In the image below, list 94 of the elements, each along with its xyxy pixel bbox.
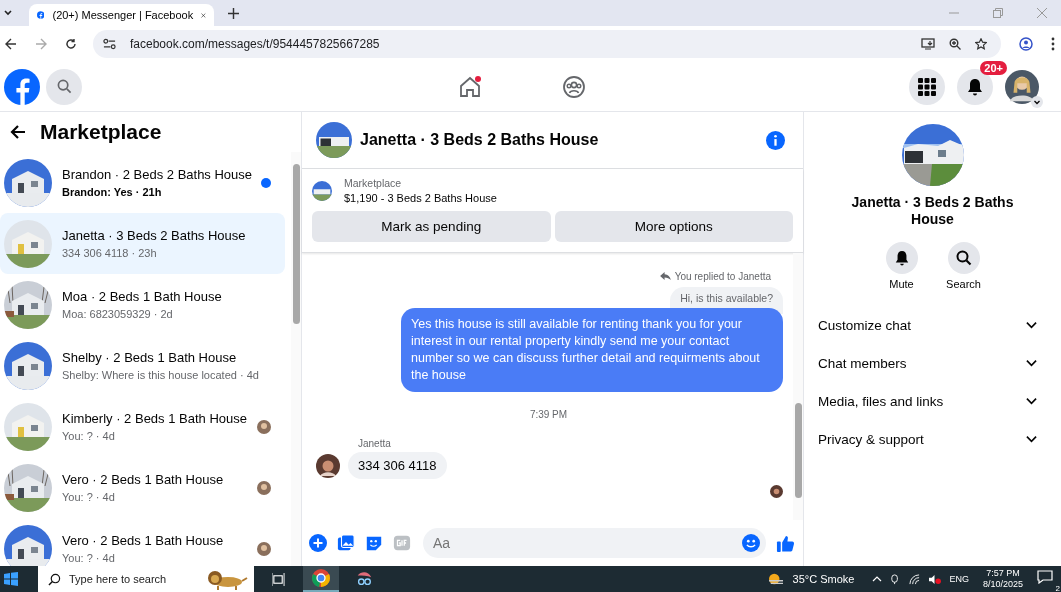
listing-label: Marketplace (344, 177, 403, 189)
conversation-item[interactable]: Brandon · 2 Beds 2 Baths House Brandon: Yes · 21h (0, 152, 285, 213)
home-icon[interactable] (458, 74, 482, 99)
message-field[interactable]: Aa (423, 528, 766, 558)
chevron-up-icon[interactable] (872, 576, 883, 582)
conversation-title: Kimberly · 2 Beds 1 Bath House (62, 411, 247, 427)
chat-title: Janetta · 3 Beds 2 Baths House (360, 131, 599, 149)
mute-button[interactable] (885, 242, 918, 274)
section-header[interactable]: Privacy & support (818, 420, 1047, 458)
message-bubble: Yes this house is still available for renting thank you for your interest in our rental property kindly send me your contact number so we can discuss further detail and requirments about the house (401, 308, 783, 392)
task-view-icon[interactable] (272, 572, 285, 586)
search-icon (48, 572, 61, 586)
address-bar[interactable]: facebook.com/messages/t/9544457825667285 (93, 30, 1001, 58)
taskbar-search[interactable]: Type here to search (38, 566, 254, 592)
clock-date[interactable]: 8/10/2025 (982, 579, 1023, 590)
conversation-item[interactable]: Vero · 2 Beds 1 Bath House You: ? · 4d (0, 457, 285, 518)
conversation-title: Janetta · 3 Beds 2 Baths House (62, 228, 247, 244)
scrollbar-thumb[interactable] (292, 164, 300, 324)
conversation-title: Shelby · 2 Beds 1 Bath House (62, 350, 238, 366)
section-header[interactable]: Chat members (818, 344, 1047, 382)
thumbs-up-icon[interactable] (776, 533, 795, 553)
notification-icon[interactable] (1037, 570, 1053, 584)
browser-tab[interactable]: (20+) Messenger | Facebook (29, 4, 214, 26)
menu-button[interactable] (909, 68, 945, 105)
conversation-snippet: 334 306 4118 · 23h (62, 247, 158, 259)
conversation-item[interactable]: Moa · 2 Beds 1 Bath House Moa: 6823059329 · 2d (0, 274, 285, 335)
menu-icon[interactable] (1051, 37, 1055, 51)
new-tab-icon[interactable] (228, 8, 239, 19)
groups-icon[interactable] (562, 74, 586, 99)
avatar-icon (316, 453, 340, 478)
reply-icon (659, 272, 671, 281)
sidebar-title: Marketplace (40, 120, 162, 144)
action-button[interactable]: Mark as pending (312, 211, 551, 242)
reply-note: You replied to Janetta (674, 271, 771, 282)
timestamp: 7:39 PM (529, 409, 568, 420)
weather-icon (766, 572, 785, 586)
section-header[interactable]: Customize chat (818, 306, 1047, 344)
speaker-muted-icon[interactable] (928, 573, 942, 585)
search-button[interactable] (947, 242, 980, 274)
language-indicator[interactable]: ENG (949, 574, 969, 584)
facebook-logo-icon[interactable] (4, 68, 40, 105)
profile-icon[interactable] (1019, 37, 1033, 51)
caret-icon[interactable] (1031, 95, 1043, 108)
emoji-icon[interactable] (742, 534, 760, 552)
listing-title[interactable]: $1,190 - 3 Beds 2 Baths House (344, 192, 497, 204)
back-arrow-icon[interactable] (10, 125, 26, 139)
conversation-snippet: Brandon: Yes · 21h (62, 186, 163, 198)
search-placeholder: Type here to search (69, 573, 167, 585)
tab-list-icon[interactable] (3, 8, 13, 18)
conversation-snippet: You: ? · 4d (62, 552, 116, 564)
action-label: Search (946, 278, 981, 290)
conversation-item[interactable]: Janetta · 3 Beds 2 Baths House 334 306 4118 · 23h (0, 213, 285, 274)
wifi-icon[interactable] (909, 573, 921, 585)
search-icon (56, 79, 72, 94)
windows-icon[interactable] (4, 572, 18, 586)
bell-icon (966, 77, 984, 96)
conversation-title: Vero · 2 Beds 1 Bath House (62, 472, 225, 488)
weather-text[interactable]: 35°C Smoke (792, 573, 855, 585)
search-icon (955, 250, 972, 266)
zoom-icon[interactable] (949, 38, 961, 50)
conversation-snippet: You: ? · 4d (62, 491, 116, 503)
conversation-item[interactable]: Kimberly · 2 Beds 1 Bath House You: ? · 4d (0, 396, 285, 457)
conversation-snippet: You: ? · 4d (62, 430, 116, 442)
seen-avatar-icon (770, 485, 783, 498)
bell-icon (893, 250, 910, 266)
grid-icon (918, 77, 936, 96)
conversation-title: Brandon · 2 Beds 2 Baths House (62, 167, 251, 183)
section-header[interactable]: Media, files and links (818, 382, 1047, 420)
plus-icon[interactable] (309, 534, 327, 552)
facebook-logo-icon (37, 8, 45, 22)
photo-icon[interactable] (337, 534, 355, 552)
close-icon[interactable] (201, 10, 206, 20)
scrollbar-thumb[interactable] (794, 403, 802, 498)
action-label: Mute (889, 278, 914, 290)
reload-icon[interactable] (65, 38, 77, 50)
conversation-item[interactable]: Shelby · 2 Beds 1 Bath House Shelby: Where is this house located · 4d (0, 335, 285, 396)
notification-count: 2 (1055, 584, 1060, 592)
conversation-name: Janetta · 3 Beds 2 Baths House (850, 194, 1015, 228)
chrome-icon[interactable] (311, 568, 331, 588)
site-settings-icon[interactable] (103, 38, 116, 50)
avatar-icon[interactable] (1005, 69, 1039, 104)
conversation-snippet: Shelby: Where is this house located · 4d (62, 369, 260, 381)
sticker-icon[interactable] (365, 534, 383, 552)
conversation-snippet: Moa: 6823059329 · 2d (62, 308, 174, 320)
back-icon[interactable] (5, 38, 17, 50)
message-bubble: 334 306 4118 (348, 452, 447, 479)
install-icon[interactable] (921, 38, 935, 50)
star-icon[interactable] (975, 38, 987, 50)
info-icon[interactable] (766, 130, 785, 150)
conversation-title: Vero · 2 Beds 1 Bath House (62, 533, 225, 549)
clock-time[interactable]: 7:57 PM (986, 568, 1020, 579)
sender-name: Janetta (358, 438, 391, 449)
conversation-title: Moa · 2 Beds 1 Bath House (62, 289, 223, 305)
action-button[interactable]: More options (554, 211, 793, 242)
